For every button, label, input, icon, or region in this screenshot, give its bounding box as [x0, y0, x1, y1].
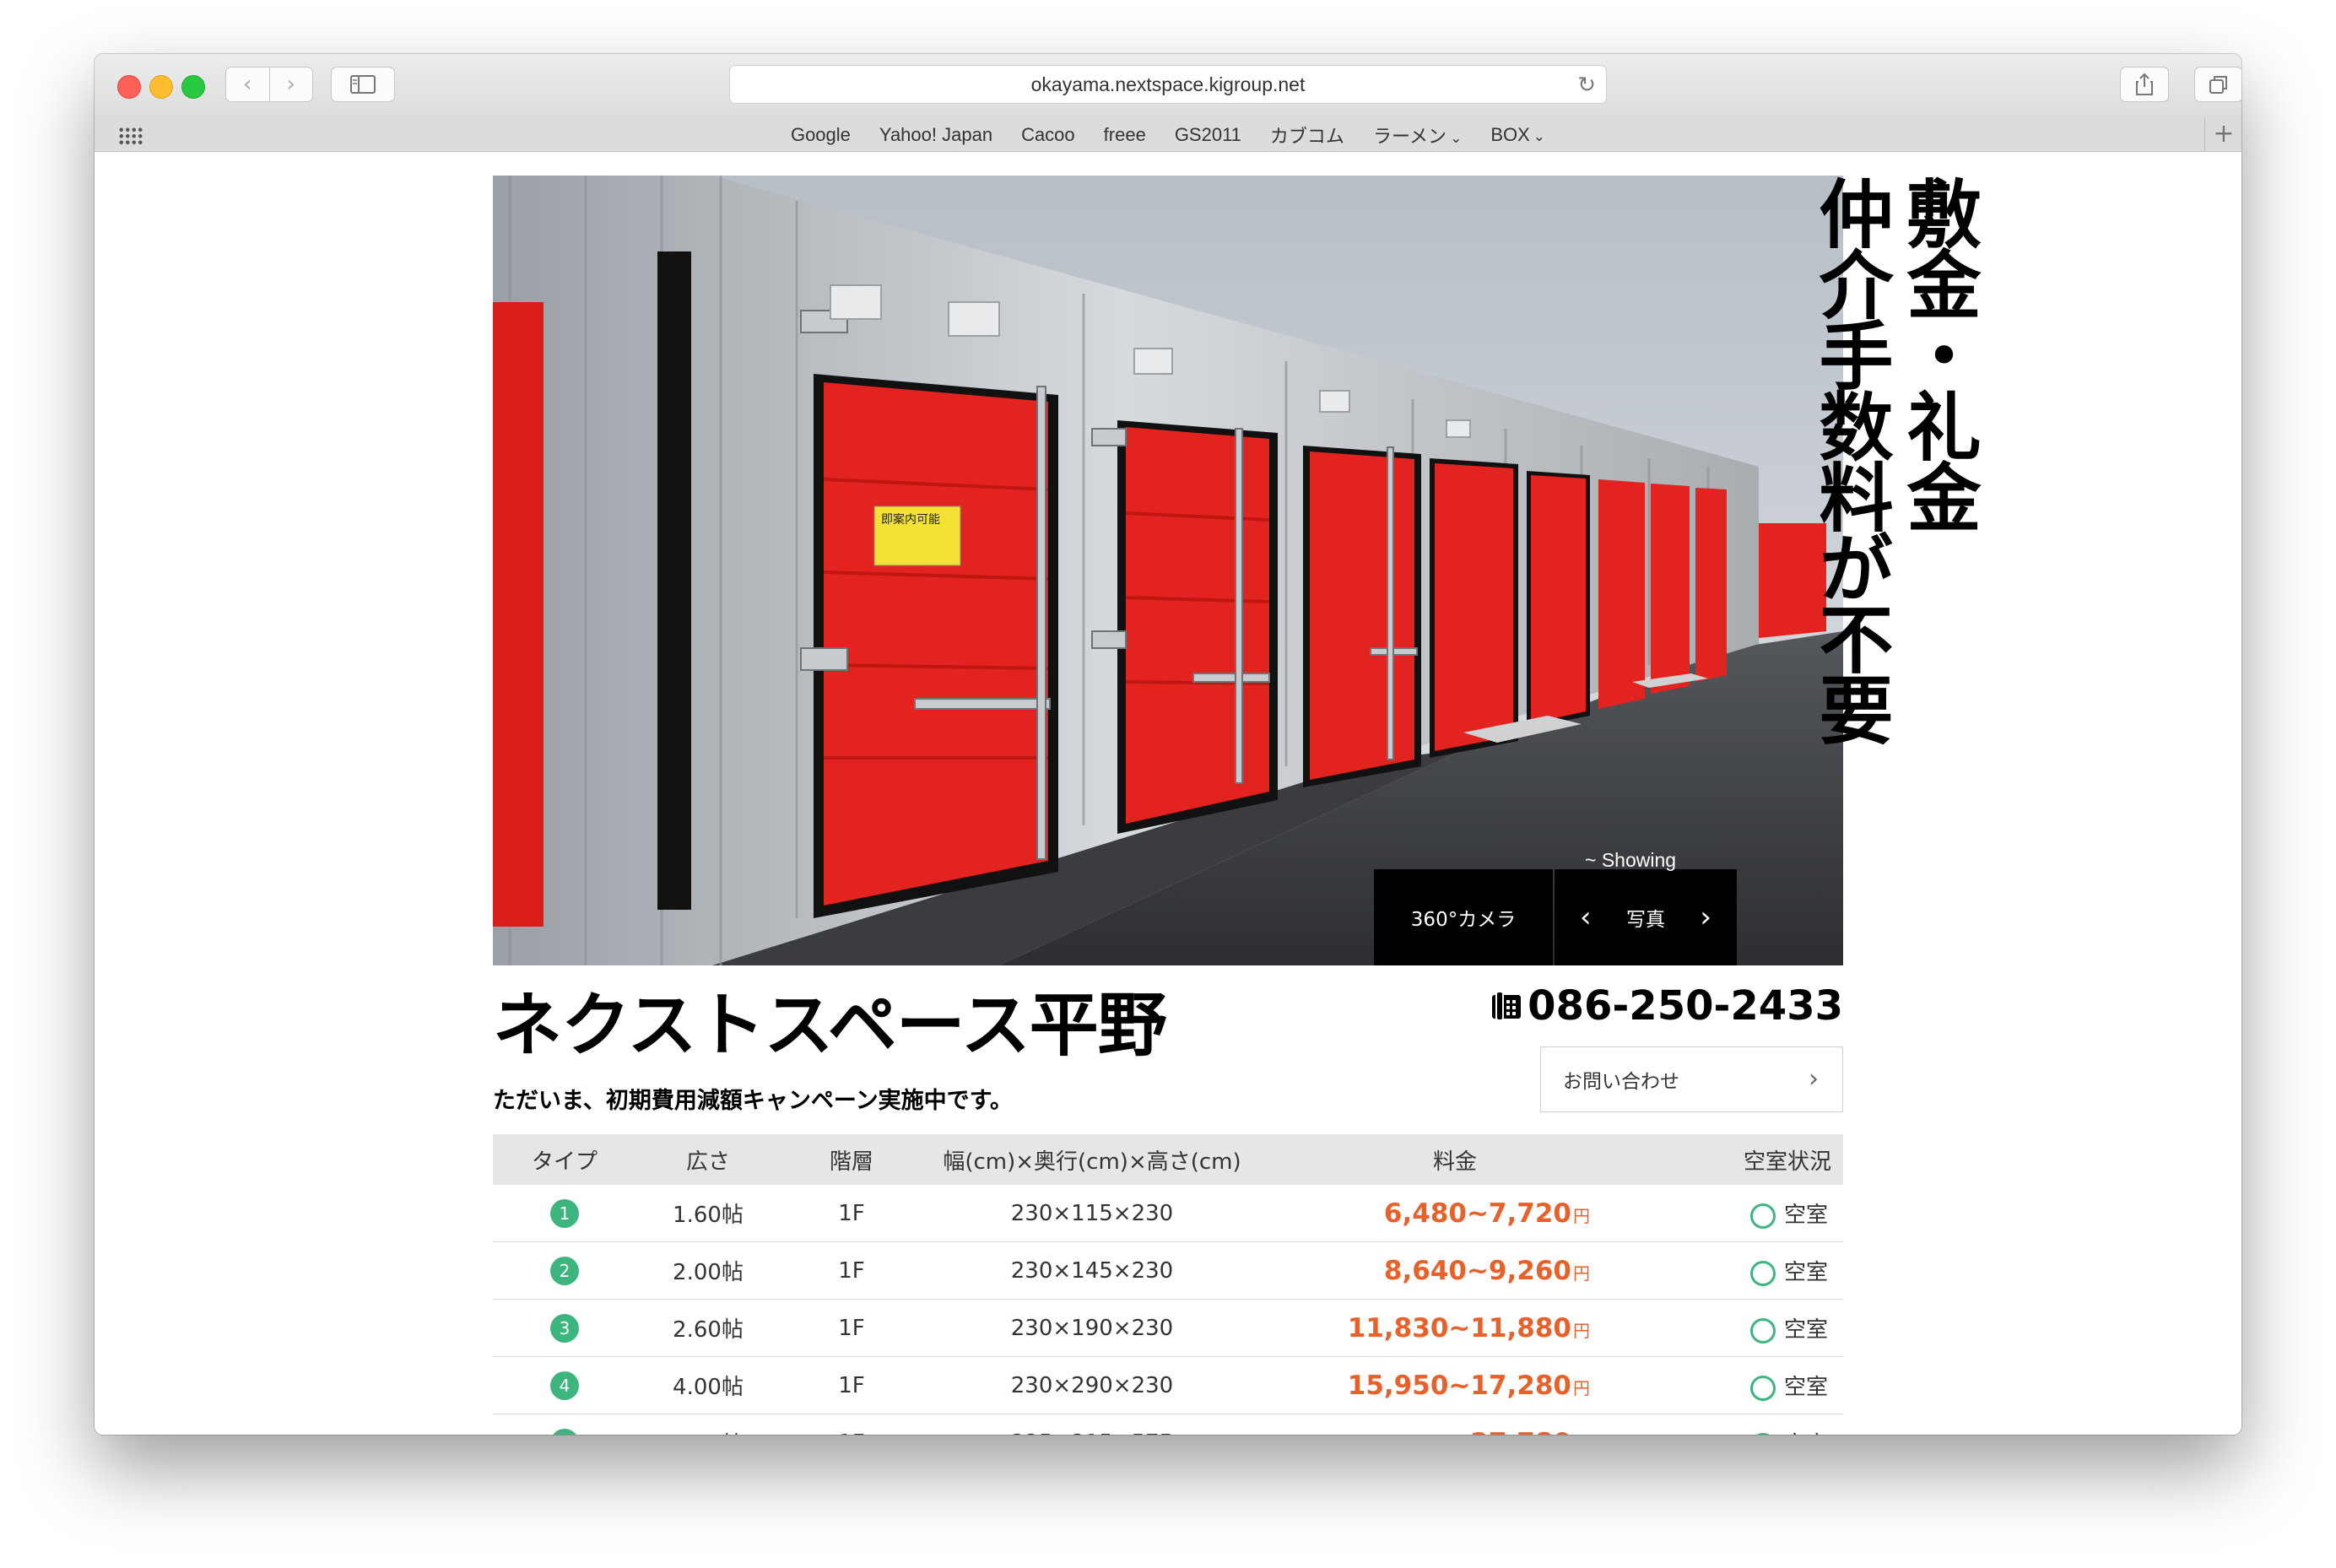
size-cell: 230×190×230 — [923, 1299, 1261, 1357]
navigation-buttons: ‹ › — [225, 67, 313, 102]
area-cell: 2.00帖 — [636, 1241, 780, 1300]
price-cell: 27,780円 — [1261, 1414, 1649, 1435]
type-badge: 3 — [550, 1313, 579, 1343]
status-cell: 空室 — [1649, 1356, 1843, 1414]
showing-indicator: ~ Showing — [1585, 849, 1677, 871]
facility-name: ネクストスペース平野 — [493, 986, 1167, 1066]
chevron-right-icon: › — [286, 72, 295, 97]
size-cell: 230×290×230 — [923, 1356, 1261, 1414]
price-cell: 8,640~9,260 円 — [1261, 1241, 1649, 1300]
tabs-icon — [2209, 76, 2227, 94]
favorite-gs2011[interactable]: GS2011 — [1175, 124, 1241, 146]
status-cell: 空室 — [1649, 1414, 1843, 1435]
status-cell: 空室 — [1649, 1241, 1843, 1300]
hero-catch-copy: 敷金・礼金 仲介手数料が不要 — [1807, 176, 1982, 743]
vacant-circle-icon — [1749, 1260, 1776, 1286]
column-header-price: 料金 — [1261, 1134, 1649, 1185]
reload-icon[interactable]: ↻ — [1577, 72, 1596, 98]
chevron-right-icon: › — [1809, 1064, 1819, 1094]
favorite-google[interactable]: Google — [791, 124, 851, 146]
column-header-type: タイプ — [493, 1134, 636, 1185]
size-cell: 225×215×575 — [923, 1414, 1261, 1435]
area-cell: 2.60帖 — [636, 1299, 780, 1357]
chevron-left-icon[interactable]: ‹ — [1580, 900, 1592, 934]
favorite-freee[interactable]: freee — [1104, 124, 1146, 146]
table-row[interactable]: 4 4.00帖 1F 230×290×230 15,950~17,280 円 空室 — [493, 1356, 1843, 1414]
favorite-kabucom[interactable]: カブコム — [1270, 122, 1344, 149]
floor-cell: 1F — [780, 1185, 923, 1242]
area-cell: 8.00帖 — [636, 1414, 780, 1435]
chevron-left-icon: ‹ — [243, 72, 252, 97]
vacant-circle-icon — [1749, 1375, 1776, 1401]
sidebar-toggle-button[interactable] — [331, 67, 395, 102]
column-header-size: 幅(cm)×奥行(cm)×高さ(cm) — [923, 1134, 1261, 1185]
unit-table: タイプ 広さ 階層 幅(cm)×奥行(cm)×高さ(cm) 料金 空室状況 1 … — [493, 1134, 1843, 1435]
door-sign-text: 即案内可能 — [881, 512, 940, 527]
sidebar-icon — [350, 75, 376, 94]
favorite-folder-box[interactable]: BOX ⌄ — [1490, 124, 1545, 146]
column-header-status: 空室状況 — [1649, 1134, 1843, 1185]
campaign-notice: ただいま、初期費用減額キャンペーン実施中です。 — [493, 1088, 1013, 1114]
status-cell: 空室 — [1649, 1299, 1843, 1357]
column-header-area: 広さ — [636, 1134, 780, 1185]
minimize-window-button[interactable] — [149, 75, 173, 99]
table-row[interactable]: 1 1.60帖 1F 230×115×230 6,480~7,720 円 空室 — [493, 1185, 1843, 1242]
vacant-circle-icon — [1749, 1317, 1776, 1344]
tab-360-camera[interactable]: 360°カメラ — [1374, 869, 1553, 965]
chevron-right-icon[interactable]: › — [1700, 900, 1711, 934]
hero-photo: 即案内可能 — [493, 176, 1843, 965]
hero-media-tabs: 360°カメラ ‹ 写真 › — [1374, 869, 1737, 965]
table-header-row: タイプ 広さ 階層 幅(cm)×奥行(cm)×高さ(cm) 料金 空室状況 — [493, 1134, 1843, 1185]
type-badge: 1 — [550, 1198, 579, 1228]
type-badge: 5 — [550, 1428, 579, 1435]
share-icon — [2136, 73, 2153, 95]
address-bar[interactable]: okayama.nextspace.kigroup.net ↻ — [729, 65, 1607, 104]
table-row[interactable]: 2 2.00帖 1F 230×145×230 8,640~9,260 円 空室 — [493, 1241, 1843, 1300]
floor-cell: 1F — [780, 1356, 923, 1414]
new-tab-button[interactable]: + — [2204, 118, 2241, 151]
vacant-circle-icon — [1749, 1432, 1776, 1435]
phone-icon — [1492, 992, 1522, 1020]
size-cell: 230×145×230 — [923, 1241, 1261, 1300]
page-content: 即案内可能 敷金・礼金 仲介手数料が不要 360°カメラ ‹ 写真 › ~ Sh… — [95, 152, 2241, 1435]
share-button[interactable] — [2120, 67, 2169, 102]
favorite-cacoo[interactable]: Cacoo — [1021, 124, 1075, 146]
show-tabs-button[interactable] — [2194, 67, 2241, 102]
status-cell: 空室 — [1649, 1185, 1843, 1242]
vacant-circle-icon — [1749, 1203, 1776, 1229]
size-cell: 230×115×230 — [923, 1185, 1261, 1242]
price-cell: 6,480~7,720 円 — [1261, 1185, 1649, 1242]
type-badge: 2 — [550, 1256, 579, 1285]
column-header-floor: 階層 — [780, 1134, 923, 1185]
price-cell: 11,830~11,880 円 — [1261, 1299, 1649, 1357]
area-cell: 1.60帖 — [636, 1185, 780, 1242]
favorite-yahoo-japan[interactable]: Yahoo! Japan — [879, 124, 992, 146]
forward-button[interactable]: › — [270, 68, 313, 101]
favorites-bar: Google Yahoo! Japan Cacoo freee GS2011 カ… — [95, 118, 2241, 152]
close-window-button[interactable] — [117, 75, 141, 99]
table-row[interactable]: 5 8.00帖 1F 225×215×575 27,780円 空室 — [493, 1414, 1843, 1435]
browser-window: ‹ › okayama.nextspace.kigroup.net ↻ Goog… — [95, 54, 2241, 1435]
tab-photo[interactable]: ‹ 写真 › — [1555, 869, 1737, 965]
favorite-folder-ramen[interactable]: ラーメン ⌄ — [1373, 122, 1462, 149]
back-button[interactable]: ‹ — [226, 68, 270, 101]
title-bar: ‹ › okayama.nextspace.kigroup.net ↻ — [95, 54, 2241, 118]
floor-cell: 1F — [780, 1414, 923, 1435]
storage-containers-photo: 即案内可能 — [493, 176, 1843, 965]
floor-cell: 1F — [780, 1299, 923, 1357]
url-text: okayama.nextspace.kigroup.net — [1030, 73, 1306, 95]
floor-cell: 1F — [780, 1241, 923, 1300]
area-cell: 4.00帖 — [636, 1356, 780, 1414]
zoom-window-button[interactable] — [181, 75, 205, 99]
chevron-down-icon: ⌄ — [1450, 130, 1463, 146]
phone-number[interactable]: 086-250-2433 — [1490, 982, 1843, 1030]
type-badge: 4 — [550, 1371, 579, 1400]
contact-button[interactable]: お問い合わせ › — [1540, 1046, 1843, 1112]
chevron-down-icon: ⌄ — [1533, 128, 1546, 144]
table-row[interactable]: 3 2.60帖 1F 230×190×230 11,830~11,880 円 空室 — [493, 1299, 1843, 1357]
price-cell: 15,950~17,280 円 — [1261, 1356, 1649, 1414]
